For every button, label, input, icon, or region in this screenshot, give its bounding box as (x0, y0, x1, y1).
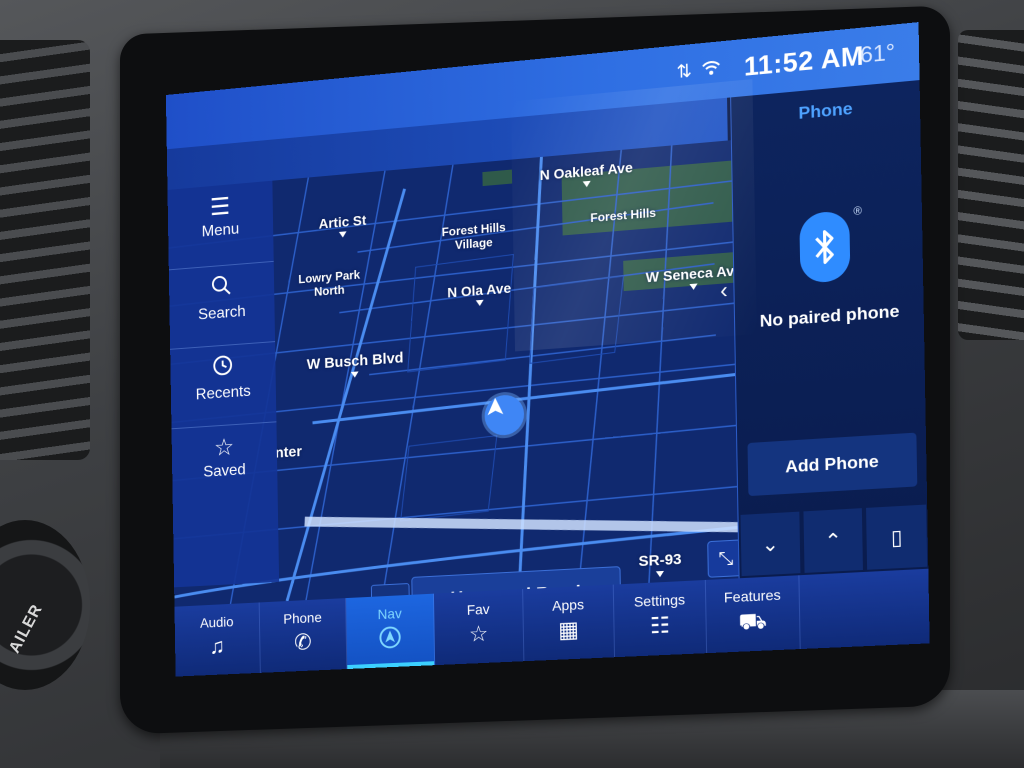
search-button[interactable]: Search (168, 260, 276, 346)
signal-arrows-icon: ⇅ (676, 60, 693, 83)
music-note-icon: ♫ (209, 633, 226, 659)
phone-panel-title: Phone (798, 98, 853, 123)
device-button[interactable]: ▯ (866, 504, 928, 570)
truck-icon: ⛟ (738, 607, 768, 635)
nav-features-label: Features (723, 586, 781, 606)
chevron-down-button[interactable]: ⌄ (740, 511, 801, 577)
grid-icon: ▦ (557, 616, 580, 643)
panel-controls: ⌄ ⌃ ▯ (738, 504, 929, 577)
star-icon: ☆ (468, 620, 489, 647)
sliders-icon: ☷ (649, 612, 671, 639)
menu-label: Menu (201, 220, 240, 241)
clock: 11:52 AM (743, 39, 865, 82)
nav-fav-label: Fav (466, 600, 490, 618)
map-label-inter: nter (274, 443, 303, 462)
nav-phone[interactable]: Phone ✆ (259, 598, 348, 673)
chevron-down-icon: ⌄ (761, 532, 780, 557)
registered-mark: ® (853, 204, 863, 219)
phone-panel: Phone ® No paired phone Add Phone ⌄ ⌃ ▯ (730, 79, 930, 587)
nav-audio[interactable]: Audio ♫ (174, 602, 261, 677)
star-icon: ☆ (213, 433, 235, 462)
route-label: SR-93 (638, 551, 682, 579)
saved-button[interactable]: ☆ Saved (171, 421, 278, 505)
nav-audio-label: Audio (199, 613, 234, 631)
wifi-icon (701, 58, 722, 83)
recents-label: Recents (195, 382, 251, 404)
nav-settings[interactable]: Settings ☷ (613, 579, 708, 658)
bluetooth-icon (799, 210, 851, 284)
search-label: Search (197, 303, 246, 324)
nav-fav[interactable]: Fav ☆ (433, 589, 525, 666)
nav-phone-label: Phone (283, 609, 322, 627)
map-label-lowry-park: Lowry Park North (298, 267, 361, 299)
map-label-forest-hills-village: Forest Hills Village (441, 220, 506, 253)
menu-button[interactable]: ☰ Menu (167, 181, 273, 266)
chevron-up-button[interactable]: ⌃ (803, 508, 864, 573)
hamburger-icon: ☰ (209, 193, 231, 222)
panel-collapse-chevron-icon[interactable]: ‹ (720, 277, 728, 304)
map-label-ola: N Ola Ave (447, 280, 511, 309)
navigation-icon (347, 623, 434, 657)
left-air-vent (0, 40, 90, 460)
expand-arrows-icon: ⤡ (718, 547, 734, 569)
add-phone-button[interactable]: Add Phone (747, 432, 918, 497)
nav-apps[interactable]: Apps ▦ (523, 584, 616, 662)
nav-navigation-label: Nav (377, 605, 402, 623)
right-air-vent (958, 30, 1024, 340)
phone-device-icon: ▯ (890, 526, 903, 550)
nav-navigation[interactable]: Nav (346, 593, 436, 670)
outside-temperature: 61° (859, 38, 896, 68)
saved-label: Saved (203, 461, 246, 481)
map-label-artic: Artic St (319, 212, 367, 240)
chevron-up-icon: ⌃ (824, 529, 843, 553)
clock-icon (170, 350, 275, 389)
nav-features[interactable]: Features ⛟ (705, 575, 801, 654)
phone-icon: ✆ (293, 629, 312, 655)
nav-apps-label: Apps (552, 596, 585, 614)
phone-status: No paired phone (759, 301, 900, 331)
search-icon (169, 270, 274, 309)
infotainment-screen: ⇅ 11:52 AM 61° N Oakleaf Ave Artic St Fo… (165, 22, 930, 677)
map-side-menu: ☰ Menu Search Recents ☆ Saved (167, 180, 280, 588)
recents-button[interactable]: Recents (170, 341, 277, 426)
nav-settings-label: Settings (633, 591, 686, 610)
